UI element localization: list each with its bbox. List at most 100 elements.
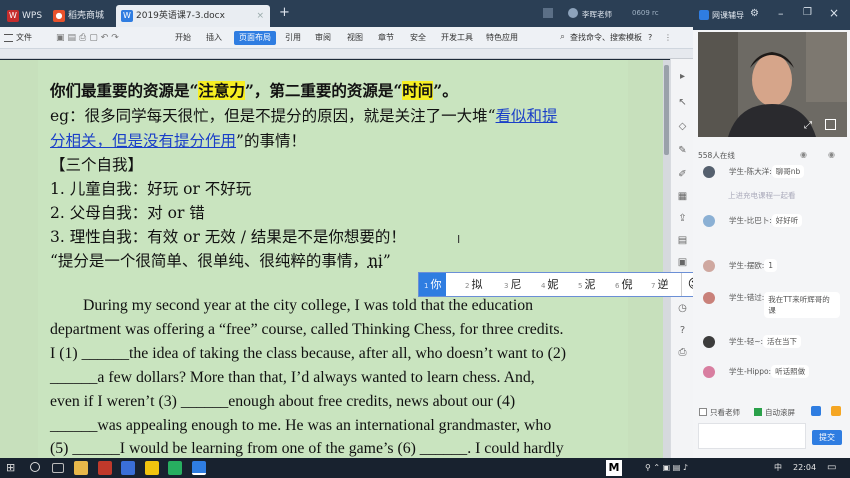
print-icon[interactable]: ⎙ [677, 347, 688, 358]
ime-composition: ni [367, 252, 383, 270]
format-icon[interactable]: ▦ [677, 191, 688, 202]
menu-home[interactable]: 开始 [175, 27, 191, 49]
doc-link[interactable]: 分相关，但是没有提分作用 [50, 132, 236, 150]
history-icon[interactable]: ◷ [677, 303, 688, 314]
doc-line-7: 3. 理性自我：有效 or 无效 / 结果是不是你想要的！ [50, 228, 406, 246]
scrollbar-thumb[interactable] [664, 65, 669, 155]
style-icon[interactable]: ✎ [677, 145, 688, 156]
close-icon[interactable]: × [256, 5, 264, 27]
doc-link[interactable]: 看似和提 [496, 107, 558, 125]
fullscreen-icon[interactable]: ⤢ [804, 120, 812, 131]
help-icon[interactable]: ? [677, 325, 688, 336]
para-line: ______was appealing enough to me. He was… [50, 417, 552, 434]
menu-view[interactable]: 视图 [347, 27, 363, 49]
gift-icon[interactable] [831, 406, 841, 416]
para-line: department was offering a “free” course,… [50, 321, 564, 338]
app-icon[interactable] [98, 461, 112, 475]
tray-icons[interactable]: ⚲ ⌃ ▣ ▤ ♪ [645, 458, 688, 478]
document-area[interactable]: 你们最重要的资源是“注意力”，第二重要的资源是“时间”。 eg：很多同学每天很忙… [0, 60, 670, 458]
tab-wps[interactable]: W WPS [2, 5, 48, 27]
chevron-icon[interactable]: ▸ [677, 71, 688, 82]
ime-candidate[interactable]: 6倪 [615, 273, 632, 296]
file-menu[interactable]: 文件 [16, 27, 32, 49]
daoke-icon: ● [53, 10, 65, 22]
info-icon[interactable] [811, 406, 821, 416]
chat-message: 学生-陈大洋: 聊哥nb [703, 165, 805, 178]
app-icon[interactable] [168, 461, 182, 475]
close-icon[interactable]: × [829, 6, 839, 20]
doc-line-3: 分相关，但是没有提分作用”的事情！ [50, 132, 306, 150]
app-icon[interactable] [145, 461, 159, 475]
teacher-video: ⤢ [698, 32, 847, 137]
tab-label: 2019英语课7-3.docx [136, 11, 225, 21]
para-line: I (1) ______the idea of taking the class… [50, 345, 567, 362]
minimize-icon[interactable]: – [778, 7, 784, 20]
tab-document[interactable]: W 2019英语课7-3.docx × [116, 5, 270, 27]
ime-candidate[interactable]: 7逆 [651, 273, 668, 296]
wps-taskbar-icon[interactable] [192, 461, 206, 475]
gear-icon[interactable]: ⚙ [750, 8, 759, 19]
command-search[interactable]: 查找命令、搜索模板 [570, 27, 642, 49]
restore-icon[interactable]: ❐ [803, 7, 812, 18]
doc-line-5: 1. 儿童自我：好玩 or 不好玩 [50, 180, 252, 198]
m-icon[interactable]: M [606, 460, 622, 476]
menu-insert[interactable]: 插入 [206, 27, 222, 49]
menu-dev-tools[interactable]: 开发工具 [441, 27, 473, 49]
avatar [703, 366, 715, 378]
document-page[interactable]: 你们最重要的资源是“注意力”，第二重要的资源是“时间”。 eg：很多同学每天很忙… [38, 60, 628, 458]
ime-candidate[interactable]: 2拟 [465, 273, 482, 296]
app-icon[interactable] [121, 461, 135, 475]
avatar [703, 215, 715, 227]
pointer-icon[interactable]: ↖ [677, 97, 688, 108]
pip-icon[interactable] [825, 119, 836, 130]
share-icon[interactable]: ⇪ [677, 213, 688, 224]
doc-line-6: 2. 父母自我：对 or 错 [50, 204, 205, 222]
menu-review[interactable]: 审阅 [315, 27, 331, 49]
ime-candidate[interactable]: 1你 [419, 273, 447, 296]
chat-message: 学生-比巴卜: 好好听 [703, 214, 803, 227]
ruler [0, 49, 693, 59]
ime-candidate[interactable]: 3尼 [504, 273, 521, 296]
menu-page-layout[interactable]: 页面布局 [234, 31, 276, 45]
new-tab-button[interactable]: + [279, 5, 290, 20]
chat-message: 学生-轻~: 活在当下 [703, 335, 802, 348]
pen-icon[interactable]: ✐ [677, 169, 688, 180]
menu-reference[interactable]: 引用 [285, 27, 301, 49]
help-button[interactable]: ? [648, 27, 652, 49]
online-count: 558人在线 [698, 151, 735, 160]
menu-icon[interactable] [4, 34, 13, 42]
more-icon[interactable]: ⋮ [664, 27, 672, 49]
tab-daoke[interactable]: ● 稻壳商城 [48, 5, 114, 27]
ime-candidate[interactable]: 4妮 [541, 273, 558, 296]
para-line: even if I weren’t (3) ______enough about… [50, 393, 516, 410]
wps-icon: W [7, 10, 19, 22]
menu-chapter[interactable]: 章节 [378, 27, 394, 49]
layout-icon[interactable] [543, 8, 553, 18]
doc-line-2: eg：很多同学每天很忙，但是不提分的原因，就是关注了一大堆“看似和提 [50, 107, 558, 125]
panel-title: 网课辅导 [712, 11, 744, 20]
only-teacher-checkbox[interactable] [699, 408, 707, 416]
ime-lang[interactable]: 中 [774, 458, 782, 478]
eraser-icon[interactable]: ◇ [677, 121, 688, 132]
explorer-icon[interactable] [74, 461, 88, 475]
notification-icon[interactable]: ▭ [827, 458, 836, 478]
hand-icon[interactable]: ◉ [828, 150, 835, 159]
image-icon[interactable]: ▣ [677, 257, 688, 268]
avatar [703, 260, 715, 272]
windows-start-icon[interactable]: ⊞ [6, 462, 15, 474]
auto-scroll-checkbox[interactable] [754, 408, 762, 416]
send-button[interactable]: 提交 [812, 430, 842, 445]
task-view-icon[interactable] [52, 463, 64, 473]
user-name: 李晖老师 [582, 10, 612, 19]
doc-line-8: “提分是一个很简单、很单纯、很纯粹的事情，ni” [50, 252, 391, 270]
quick-access-icons[interactable]: ▣▤⎙▢↶↷ [56, 33, 122, 43]
menu-special[interactable]: 特色应用 [486, 27, 518, 49]
ime-candidate[interactable]: 5泥 [578, 273, 595, 296]
text-cursor-icon: I [457, 233, 461, 246]
mic-icon[interactable]: ◉ [800, 150, 807, 159]
layout-icon[interactable]: ▤ [677, 235, 688, 246]
menu-security[interactable]: 安全 [410, 27, 426, 49]
search-icon[interactable] [30, 462, 40, 472]
chat-input[interactable] [698, 423, 806, 449]
avatar[interactable] [568, 8, 578, 18]
